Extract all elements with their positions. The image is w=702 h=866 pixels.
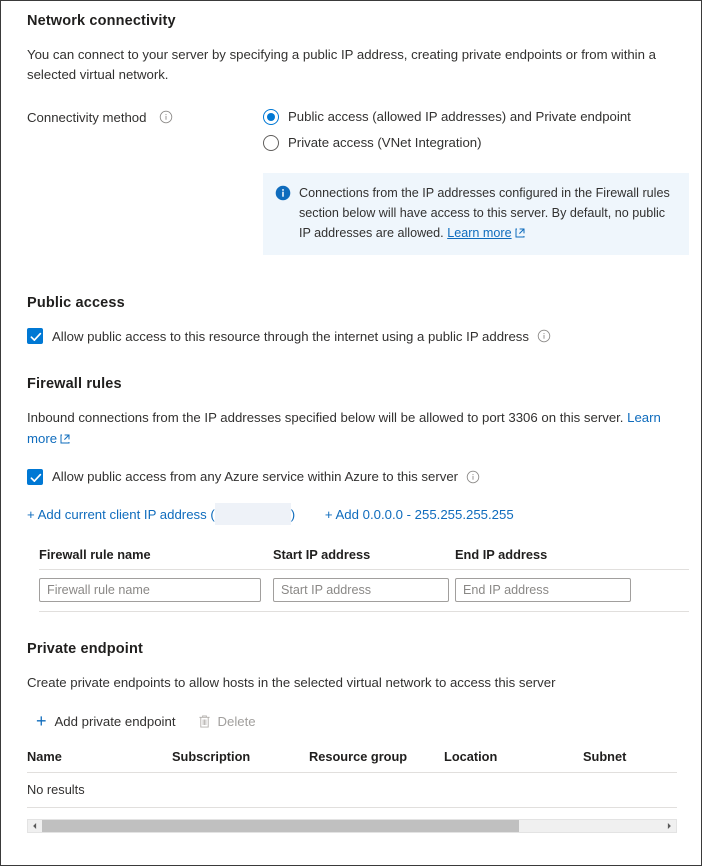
connectivity-method-field: Connectivity method Public access (allow… (27, 108, 675, 153)
firewall-quick-add-row: + Add current client IP address () + Add… (27, 502, 675, 525)
banner-learn-more-link[interactable]: Learn more (447, 226, 511, 240)
allow-azure-services-checkbox[interactable] (27, 468, 43, 485)
start-ip-address-input[interactable] (273, 577, 449, 602)
column-header-end-ip: End IP address (455, 546, 548, 562)
firewall-table-header: Firewall rule name Start IP address End … (39, 547, 689, 570)
scrollbar-track[interactable] (42, 820, 662, 833)
column-header-location[interactable]: Location (444, 749, 583, 764)
private-endpoint-description: Create private endpoints to allow hosts … (27, 674, 556, 690)
private-endpoint-section: Private endpoint Create private endpoint… (1, 640, 701, 834)
add-ip-range-link[interactable]: + Add 0.0.0.0 - 255.255.255.255 (325, 507, 514, 522)
network-settings-page: Network connectivity You can connect to … (0, 0, 702, 866)
firewall-rules-table: Firewall rule name Start IP address End … (39, 547, 689, 612)
external-link-icon[interactable] (515, 225, 525, 238)
info-circle-outline-icon[interactable] (159, 110, 173, 124)
cell-firewall-rule-name (39, 577, 273, 602)
table-row (39, 570, 689, 612)
radio-private-access-label[interactable]: Private access (VNet Integration) (288, 134, 482, 152)
connectivity-method-options: Public access (allowed IP addresses) and… (263, 108, 675, 153)
column-header-firewall-rule-name: Firewall rule name (39, 546, 151, 562)
delete-private-endpoint-label: Delete (217, 713, 256, 729)
connectivity-method-label-wrap: Connectivity method (27, 108, 263, 153)
allow-azure-services-label[interactable]: Allow public access from any Azure servi… (52, 469, 458, 484)
delete-private-endpoint-button[interactable]: Delete (198, 714, 256, 729)
network-connectivity-description: You can connect to your server by specif… (27, 47, 656, 83)
public-access-heading: Public access (27, 295, 125, 312)
chevron-right-icon[interactable] (662, 820, 676, 832)
column-header-name[interactable]: Name (27, 749, 172, 764)
end-ip-address-input[interactable] (455, 577, 631, 602)
chevron-left-icon[interactable] (28, 820, 42, 832)
column-header-start-ip: Start IP address (273, 546, 371, 562)
add-current-client-ip-suffix: ) (290, 506, 296, 522)
public-access-checkbox-row[interactable]: Allow public access to this resource thr… (27, 328, 675, 345)
column-header-subnet[interactable]: Subnet (583, 749, 673, 764)
add-private-endpoint-button[interactable]: + Add private endpoint (36, 712, 176, 730)
info-circle-filled-icon (275, 185, 291, 201)
network-connectivity-section: Network connectivity You can connect to … (1, 1, 701, 256)
cell-start-ip (273, 577, 455, 602)
trash-icon (198, 714, 211, 729)
column-header-subscription[interactable]: Subscription (172, 749, 309, 764)
private-endpoint-horizontal-scrollbar[interactable] (27, 819, 677, 834)
radio-public-access-label[interactable]: Public access (allowed IP addresses) and… (288, 108, 631, 126)
column-header-resource-group[interactable]: Resource group (309, 749, 444, 764)
public-access-info-icon[interactable] (537, 329, 551, 343)
radio-option-public-access[interactable]: Public access (allowed IP addresses) and… (263, 108, 675, 126)
add-current-client-ip-label: + Add current client IP address ( (27, 506, 215, 522)
firewall-info-banner: Connections from the IP addresses config… (263, 173, 689, 256)
radio-private-access-indicator[interactable] (263, 135, 279, 152)
client-ip-redacted-value (214, 502, 291, 525)
firewall-rules-heading: Firewall rules (27, 376, 122, 393)
firewall-info-banner-text-wrap: Connections from the IP addresses config… (299, 184, 675, 243)
connectivity-method-label: Connectivity method (27, 109, 147, 125)
allow-public-access-checkbox[interactable] (27, 328, 43, 345)
external-link-icon[interactable] (60, 430, 70, 444)
add-current-client-ip-link[interactable]: + Add current client IP address () (27, 502, 296, 525)
radio-option-private-access[interactable]: Private access (VNet Integration) (263, 134, 675, 152)
firewall-rules-description-wrap: Inbound connections from the IP addresse… (27, 408, 675, 449)
public-access-section: Public access Allow public access to thi… (1, 295, 701, 345)
firewall-rule-name-input[interactable] (39, 577, 261, 602)
private-endpoint-table-header: Name Subscription Resource group Locatio… (27, 749, 677, 774)
scrollbar-thumb[interactable] (42, 820, 520, 833)
azure-services-checkbox-row[interactable]: Allow public access from any Azure servi… (27, 468, 675, 485)
add-private-endpoint-label: Add private endpoint (54, 713, 176, 729)
plus-icon: + (36, 711, 47, 732)
private-endpoint-table: Name Subscription Resource group Locatio… (27, 749, 677, 834)
network-connectivity-heading: Network connectivity (27, 13, 176, 29)
firewall-rules-section: Firewall rules Inbound connections from … (1, 376, 701, 612)
azure-services-info-icon[interactable] (466, 470, 480, 484)
allow-public-access-label[interactable]: Allow public access to this resource thr… (52, 329, 529, 344)
private-endpoint-toolbar: + Add private endpoint Delete (36, 712, 675, 730)
private-endpoint-heading: Private endpoint (27, 640, 143, 657)
firewall-rules-description: Inbound connections from the IP addresse… (27, 410, 628, 426)
cell-end-ip (455, 577, 637, 602)
private-endpoint-empty-row: No results (27, 773, 677, 809)
radio-public-access-indicator[interactable] (263, 108, 279, 125)
